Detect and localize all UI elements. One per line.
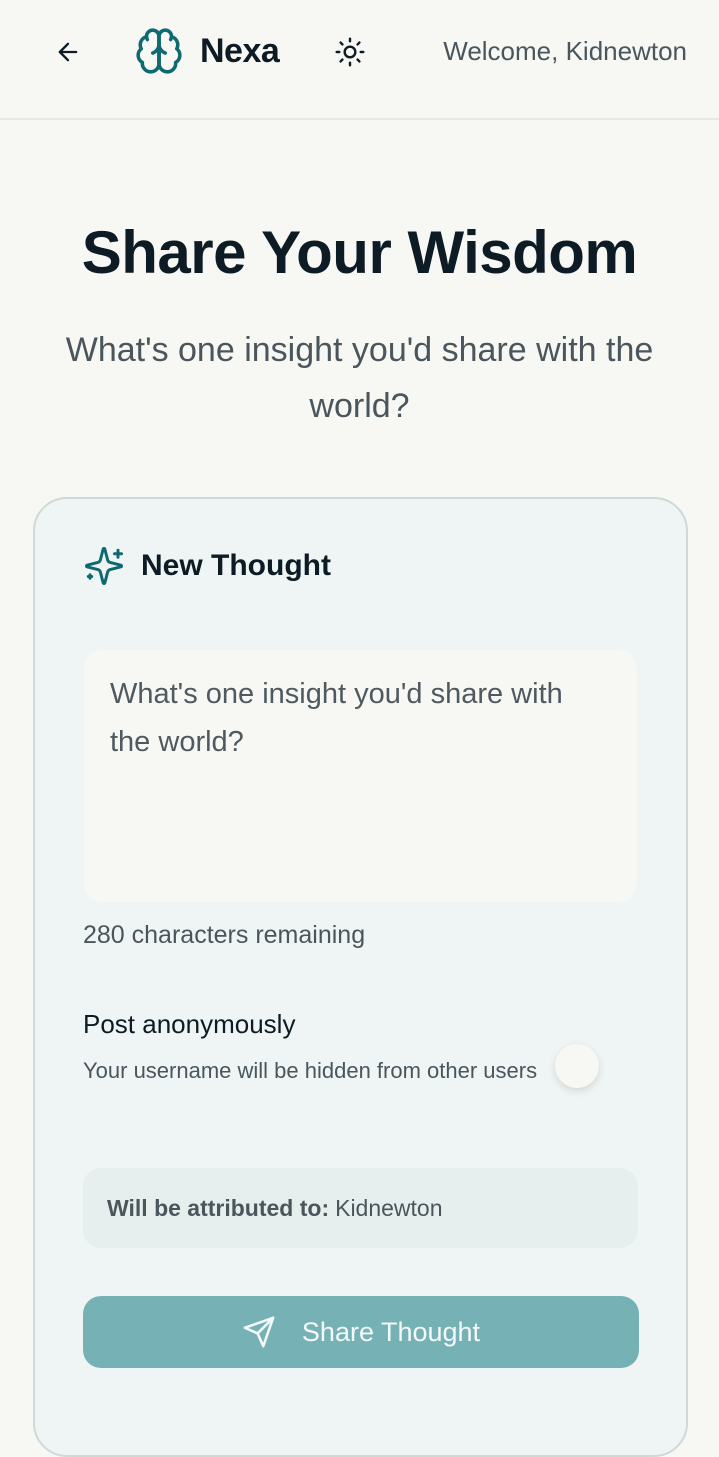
welcome-text: Welcome, Kidnewton [443, 36, 687, 66]
anonymous-toggle[interactable] [555, 1044, 599, 1088]
anonymous-label: Post anonymously [83, 1009, 296, 1039]
attribution-box: Will be attributed to: Kidnewton [83, 1168, 638, 1248]
page-subtitle: What's one insight you'd share with the … [65, 331, 654, 425]
sun-icon [335, 37, 365, 67]
share-button-label: Share Thought [301, 1316, 481, 1347]
app-header: Nexa Welcome, Kidnewton [0, 0, 719, 120]
brand-name: Nexa [200, 31, 280, 70]
thought-input[interactable] [84, 650, 637, 902]
brain-icon [136, 28, 182, 74]
new-thought-card: New Thought 280 characters remaining Pos… [33, 497, 688, 1457]
arrow-left-icon [58, 42, 78, 62]
brand-logo[interactable]: Nexa [134, 26, 280, 76]
send-icon [243, 1316, 275, 1348]
attribution-label: Will be attributed to: [107, 1194, 330, 1221]
theme-toggle-button[interactable] [330, 32, 370, 72]
share-thought-button[interactable]: Share Thought [83, 1296, 639, 1368]
char-count: 280 characters remaining [83, 921, 366, 949]
attribution-username: Kidnewton [335, 1194, 443, 1221]
sparkles-icon [85, 547, 123, 585]
back-button[interactable] [50, 34, 86, 70]
card-header: New Thought [83, 545, 331, 587]
anonymous-description: Your username will be hidden from other … [83, 1058, 538, 1083]
card-title: New Thought [141, 549, 331, 582]
page-title: Share Your Wisdom [81, 219, 638, 286]
